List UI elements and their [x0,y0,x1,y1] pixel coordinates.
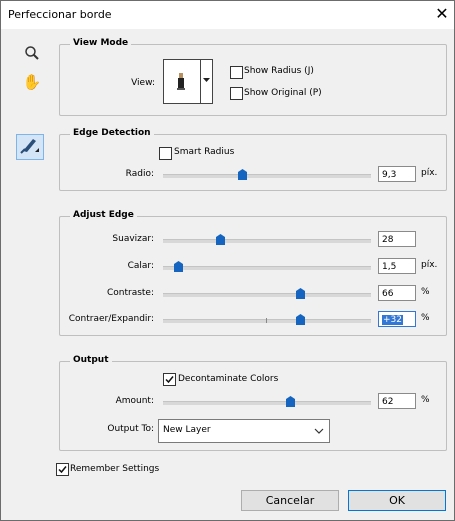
decontaminate-colors-checkbox[interactable] [163,373,176,386]
cancel-button[interactable]: Cancelar [241,490,339,511]
feather-slider-track[interactable] [163,266,371,270]
refine-radius-brush-icon[interactable] [16,134,44,160]
refine-edge-dialog: Perfeccionar borde ✕ ✋ View Mode View: S… [0,0,455,521]
shift-edge-slider-track[interactable] [163,319,371,323]
shift-edge-label: Contraer/Expandir: [68,314,154,324]
radius-value: 9,3 [382,170,397,180]
close-icon[interactable]: ✕ [433,5,451,23]
output-group: Output Decontaminate Colors Amount: 62 %… [59,355,447,451]
shift-edge-center-tick [266,318,267,323]
edge-detection-group: Edge Detection Smart Radius Radio: 9,3 p… [59,128,447,191]
smooth-label: Suavizar: [112,234,154,244]
feather-unit: píx. [421,260,438,270]
radius-label: Radio: [125,169,154,179]
radius-unit: píx. [421,168,438,178]
contrast-slider-track[interactable] [163,293,371,297]
amount-value-field[interactable]: 62 [378,393,416,409]
smart-radius-checkbox[interactable] [159,147,172,160]
view-label: View: [131,78,155,88]
title-bar: Perfeccionar borde ✕ [1,1,454,29]
amount-unit: % [421,395,430,405]
preview-thumbnail-icon [177,73,185,90]
view-mode-group: View Mode View: Show Radius (J) Show Ori… [59,38,447,116]
contrast-unit: % [421,287,430,297]
ok-button[interactable]: OK [348,490,446,511]
shift-edge-value-field[interactable]: +32 [378,311,416,327]
checkmark-icon [58,466,67,474]
zoom-tool-icon[interactable] [21,45,43,67]
output-to-label: Output To: [107,424,154,434]
contrast-value-field[interactable]: 66 [378,285,416,301]
amount-value: 62 [382,397,394,407]
feather-value: 1,5 [382,262,397,272]
show-radius-checkbox[interactable] [230,66,243,79]
smooth-slider-thumb[interactable] [216,234,225,245]
view-mode-title: View Mode [70,38,132,48]
contrast-value: 66 [382,289,394,299]
radius-value-field[interactable]: 9,3 [378,166,416,182]
contrast-slider-thumb[interactable] [296,288,305,299]
view-preview-dropdown[interactable] [163,59,213,104]
amount-slider-track[interactable] [163,401,371,405]
show-original-label: Show Original (P) [244,88,322,98]
radius-slider-thumb[interactable] [238,169,247,180]
show-radius-label: Show Radius (J) [244,66,314,76]
shift-edge-unit: % [421,313,430,323]
dialog-title: Perfeccionar borde [8,8,112,21]
smooth-value-field[interactable]: 28 [378,231,416,247]
radius-slider-track[interactable] [163,174,371,178]
dropdown-arrow-icon [203,78,210,82]
remember-settings-label: Remember Settings [70,464,160,474]
shift-edge-slider-thumb[interactable] [296,314,305,325]
shift-edge-value: +32 [382,315,403,325]
amount-slider-thumb[interactable] [286,396,295,407]
decontaminate-colors-label: Decontaminate Colors [178,374,279,384]
edge-detection-title: Edge Detection [70,128,154,138]
chevron-down-icon [314,428,324,434]
output-to-value: New Layer [163,425,211,435]
adjust-edge-group: Adjust Edge Suavizar: 28 Calar: 1,5 píx.… [59,210,447,336]
smooth-slider-track[interactable] [163,239,371,243]
output-to-select[interactable]: New Layer [158,419,330,443]
smooth-value: 28 [382,235,394,245]
adjust-edge-title: Adjust Edge [70,210,137,220]
show-original-checkbox[interactable] [230,87,243,100]
feather-slider-thumb[interactable] [174,261,183,272]
checkmark-icon [165,376,174,384]
remember-settings-checkbox[interactable] [56,463,69,476]
feather-value-field[interactable]: 1,5 [378,258,416,274]
output-title: Output [70,355,112,365]
hand-tool-icon[interactable]: ✋ [21,71,43,93]
smart-radius-label: Smart Radius [174,147,235,157]
contrast-label: Contraste: [106,288,154,298]
feather-label: Calar: [127,261,154,271]
amount-label: Amount: [115,396,154,406]
